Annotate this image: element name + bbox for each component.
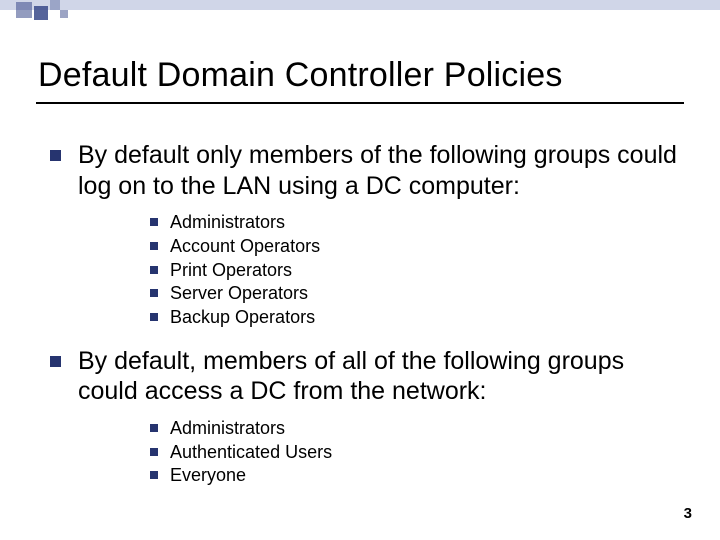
slide-content: By default only members of the following…: [48, 140, 678, 504]
list-item-text: By default only members of the following…: [78, 141, 677, 200]
slide: Default Domain Controller Policies By de…: [0, 0, 720, 540]
list-item: Server Operators: [148, 282, 678, 306]
list-item: Authenticated Users: [148, 441, 678, 465]
list-item: By default, members of all of the follow…: [48, 346, 678, 488]
slide-title: Default Domain Controller Policies: [38, 56, 563, 95]
list-item-text: By default, members of all of the follow…: [78, 347, 624, 406]
list-item-text: Server Operators: [170, 283, 308, 303]
list-item-text: Backup Operators: [170, 307, 315, 327]
list-item: By default only members of the following…: [48, 140, 678, 330]
bullet-sublist: Administrators Account Operators Print O…: [148, 211, 678, 330]
bullet-sublist: Administrators Authenticated Users Every…: [148, 417, 678, 488]
list-item-text: Authenticated Users: [170, 442, 332, 462]
list-item: Administrators: [148, 417, 678, 441]
square-icon: [16, 2, 32, 18]
list-item-text: Everyone: [170, 465, 246, 485]
header-band: [0, 0, 720, 10]
list-item: Backup Operators: [148, 306, 678, 330]
title-underline: [36, 102, 684, 104]
list-item: Everyone: [148, 464, 678, 488]
square-icon: [34, 6, 48, 20]
list-item: Administrators: [148, 211, 678, 235]
list-item: Account Operators: [148, 235, 678, 259]
page-number: 3: [684, 505, 692, 522]
list-item: Print Operators: [148, 259, 678, 283]
list-item-text: Account Operators: [170, 236, 320, 256]
header-decoration: [0, 0, 720, 40]
list-item-text: Print Operators: [170, 260, 292, 280]
list-item-text: Administrators: [170, 212, 285, 232]
bullet-list: By default only members of the following…: [48, 140, 678, 488]
square-icon: [50, 0, 60, 10]
square-icon: [60, 10, 68, 18]
list-item-text: Administrators: [170, 418, 285, 438]
